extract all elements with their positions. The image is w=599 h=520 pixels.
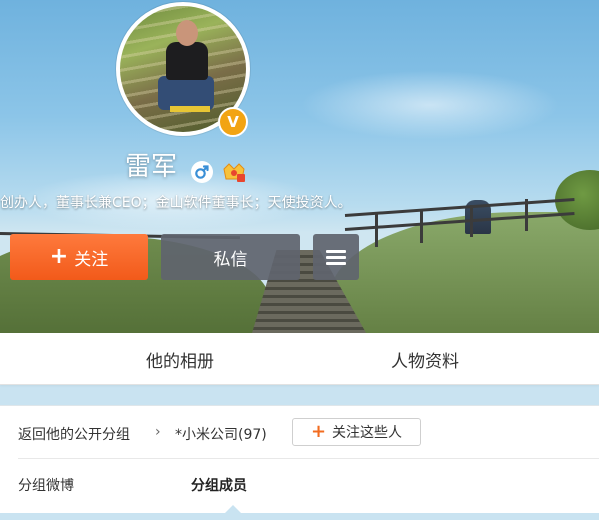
profile-name: 雷军 <box>125 152 178 182</box>
group-panel: 返回他的公开分组 › *小米公司(97) + 关注这些人 分组微博 分组成员 <box>0 405 599 520</box>
breadcrumb-chevron-icon: › <box>155 424 161 440</box>
cover-fence-post <box>525 199 528 231</box>
follow-button[interactable]: + 关注 <box>10 234 148 280</box>
profile-bio: 创办人，董事长兼CEO；金山软件董事长；天使投资人。 <box>0 195 352 211</box>
subtab-group-weibo[interactable]: 分组微博 <box>18 475 74 495</box>
profile-tab-bar: 他的相册 人物资料 <box>0 333 599 385</box>
cover-fence-post <box>420 209 423 243</box>
follow-all-button[interactable]: + 关注这些人 <box>292 418 421 446</box>
cover-fence-post <box>470 205 473 237</box>
cover-fence-post <box>375 213 378 247</box>
profile-cover: V 雷军 创办人，董事长兼CEO；金山软件董事长；天使投资人。 + 关注 私信 <box>0 0 599 333</box>
verified-icon: V <box>218 107 248 137</box>
active-tab-indicator <box>225 505 241 513</box>
plus-icon: + <box>49 244 69 269</box>
message-button[interactable]: 私信 <box>161 234 300 280</box>
back-to-groups-link[interactable]: 返回他的公开分组 <box>18 424 130 444</box>
more-menu-button[interactable] <box>313 234 359 280</box>
follow-all-button-label: 关注这些人 <box>332 425 403 441</box>
cover-cloud <box>300 70 560 140</box>
vip-crown-icon <box>223 163 245 182</box>
hamburger-menu-icon <box>326 250 346 265</box>
subtab-group-members[interactable]: 分组成员 <box>191 475 247 495</box>
tab-profile-info[interactable]: 人物资料 <box>391 347 459 372</box>
current-group-name: *小米公司(97) <box>175 427 267 443</box>
message-button-label: 私信 <box>213 249 248 270</box>
divider <box>18 458 599 459</box>
follow-button-label: 关注 <box>74 249 109 270</box>
male-icon <box>191 161 213 183</box>
tab-album[interactable]: 他的相册 <box>146 347 214 372</box>
plus-icon: + <box>310 421 327 442</box>
